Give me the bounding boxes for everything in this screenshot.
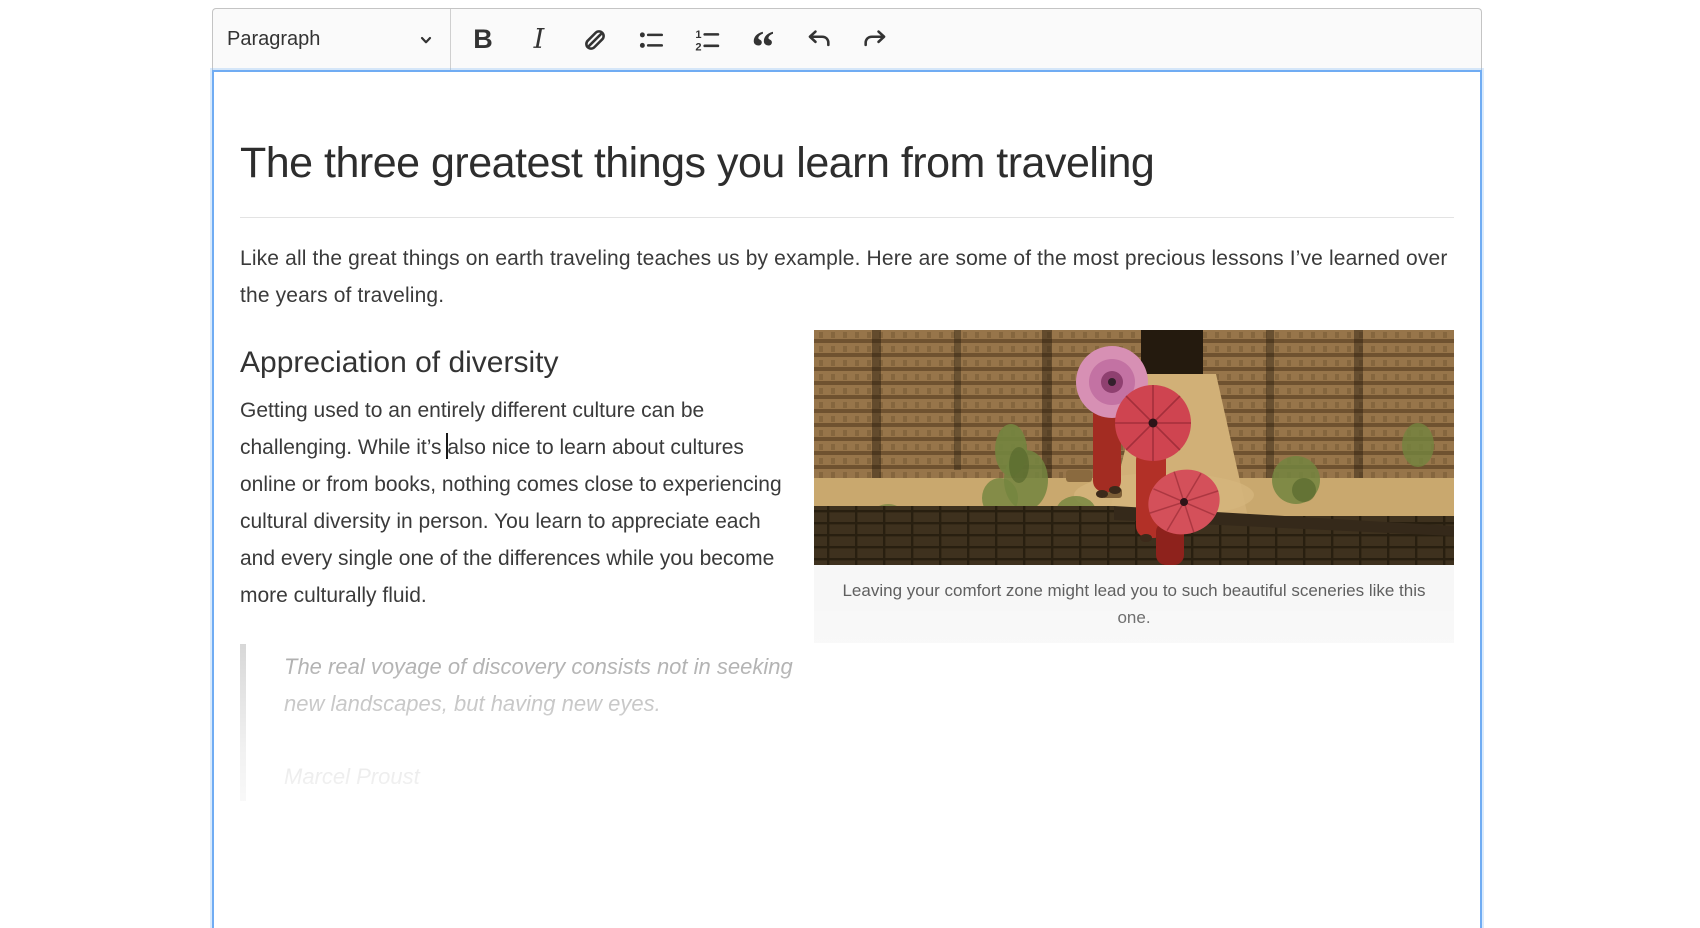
- block-quote-button[interactable]: “: [739, 16, 787, 64]
- editor-editable-area[interactable]: The three greatest things you learn from…: [212, 70, 1482, 928]
- italic-icon: I: [534, 24, 545, 55]
- travel-image-figure[interactable]: Leaving your comfort zone might lead you…: [814, 330, 1454, 643]
- editor-toolbar: Paragraph B I: [212, 8, 1482, 70]
- title-divider: [240, 217, 1454, 218]
- intro-paragraph: Like all the great things on earth trave…: [240, 240, 1454, 314]
- document-title: The three greatest things you learn from…: [240, 136, 1454, 191]
- block-quote: The real voyage of discovery consists no…: [240, 644, 800, 801]
- link-icon: [581, 26, 609, 54]
- svg-text:1: 1: [695, 29, 701, 41]
- redo-button[interactable]: [851, 16, 899, 64]
- bold-button[interactable]: B: [459, 16, 507, 64]
- body-text-after-caret: also nice to learn about cultures online…: [240, 436, 782, 607]
- quote-attribution: Marcel Proust: [284, 758, 800, 795]
- numbered-list-button[interactable]: 1 2: [683, 16, 731, 64]
- chevron-down-icon: [418, 32, 434, 48]
- image-caption: Leaving your comfort zone might lead you…: [814, 565, 1454, 643]
- link-button[interactable]: [571, 16, 619, 64]
- block-quote-icon: “: [752, 24, 775, 72]
- paragraph-style-dropdown[interactable]: Paragraph: [213, 9, 451, 70]
- rich-text-editor: Paragraph B I: [212, 8, 1482, 928]
- bulleted-list-button[interactable]: [627, 16, 675, 64]
- toolbar-button-group: B I: [451, 9, 899, 70]
- undo-icon: [805, 26, 833, 54]
- numbered-list-icon: 1 2: [693, 26, 721, 54]
- travel-image: [814, 330, 1454, 565]
- paragraph-dropdown-label: Paragraph: [227, 28, 320, 51]
- quote-text: The real voyage of discovery consists no…: [284, 648, 800, 722]
- svg-text:2: 2: [695, 41, 701, 53]
- redo-icon: [861, 26, 889, 54]
- bulleted-list-icon: [637, 26, 665, 54]
- bold-icon: B: [473, 24, 493, 55]
- italic-button[interactable]: I: [515, 16, 563, 64]
- undo-button[interactable]: [795, 16, 843, 64]
